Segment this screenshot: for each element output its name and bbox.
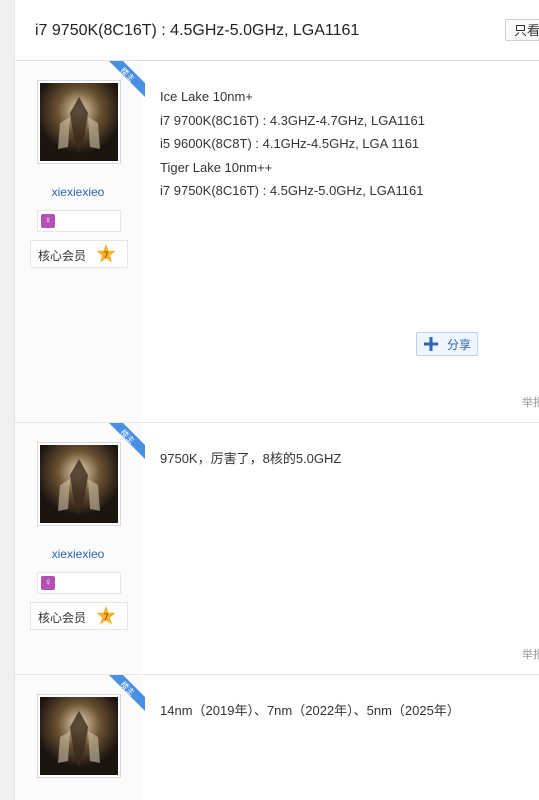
floor-owner-ribbon: 楼主 — [109, 423, 145, 459]
avatar-image — [40, 697, 118, 775]
floor-owner-ribbon: 楼主 — [109, 675, 145, 711]
avatar-image — [40, 445, 118, 523]
only-host-button[interactable]: 只看楼 — [505, 19, 539, 41]
badge-box: ♀ — [37, 572, 121, 594]
post-line: Ice Lake 10nm+ — [160, 89, 253, 104]
member-level-badge[interactable]: 核心会员 7 — [30, 602, 128, 630]
post-1: xiexiexieo ♀ 核心会员 7 楼主 Ice Lake 10nm+ i7… — [15, 61, 539, 423]
thread-title: i7 9750K(8C16T) : 4.5GHz-5.0GHz, LGA1161 — [35, 22, 360, 39]
share-button[interactable]: 分享 — [416, 332, 478, 356]
female-symbol-icon: ♀ — [41, 576, 55, 590]
avatar-image — [40, 83, 118, 161]
post-line: Tiger Lake 10nm++ — [160, 159, 273, 175]
post-content: 14nm（2019年）、7nm（2022年）、5nm（2025年） — [160, 699, 460, 723]
post-line: i7 9750K(8C16T) : 4.5GHz-5.0GHz, LGA1161 — [160, 183, 424, 198]
report-link[interactable]: 举报 — [522, 646, 539, 662]
post-content: Ice Lake 10nm+ i7 9700K(8C16T) : 4.3GHZ-… — [160, 85, 425, 203]
post-line: 14nm（2019年）、7nm（2022年）、5nm（2025年） — [160, 703, 460, 718]
post-content: 9750K，厉害了，8核的5.0GHZ — [160, 447, 341, 471]
post-author-panel: xiexiexieo ♀ 核心会员 7 — [15, 423, 141, 674]
plus-share-icon — [424, 337, 438, 351]
thread-page: i7 9750K(8C16T) : 4.5GHz-5.0GHz, LGA1161… — [14, 0, 539, 800]
post-author-panel: xiexiexieo ♀ 核心会员 7 — [15, 61, 141, 422]
floor-owner-ribbon: 楼主 — [109, 61, 145, 97]
post-line: i7 9700K(8C16T) : 4.3GHZ-4.7GHz, LGA1161 — [160, 112, 425, 128]
thread-header: i7 9750K(8C16T) : 4.5GHz-5.0GHz, LGA1161… — [15, 0, 539, 61]
badge-box: ♀ — [37, 210, 121, 232]
post-line: 9750K，厉害了，8核的5.0GHZ — [160, 451, 342, 466]
post-line: i5 9600K(8C8T) : 4.1GHz-4.5GHz, LGA 1161 — [160, 136, 420, 151]
level-star-icon: 7 — [96, 244, 116, 263]
report-link[interactable]: 举报 — [522, 394, 539, 410]
post-3: 楼主 14nm（2019年）、7nm（2022年）、5nm（2025年） — [15, 675, 539, 800]
username-link[interactable]: xiexiexieo — [15, 547, 141, 561]
member-level-badge[interactable]: 核心会员 7 — [30, 240, 128, 268]
level-number: 7 — [103, 613, 109, 623]
username-link[interactable]: xiexiexieo — [15, 185, 141, 199]
member-label: 核心会员 — [38, 249, 87, 263]
post-2: xiexiexieo ♀ 核心会员 7 楼主 9750K，厉害了，8核的5.0G… — [15, 423, 539, 675]
level-star-icon: 7 — [96, 606, 116, 625]
level-number: 7 — [103, 251, 109, 261]
member-label: 核心会员 — [38, 611, 87, 625]
share-label: 分享 — [447, 338, 472, 352]
female-symbol-icon: ♀ — [41, 214, 55, 228]
